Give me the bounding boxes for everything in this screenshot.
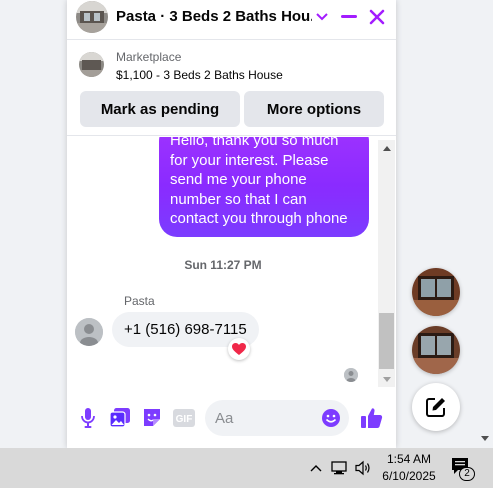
- message-line: number so that I can: [170, 190, 307, 208]
- sender-avatar[interactable]: [75, 318, 103, 346]
- chat-window: Pasta · 3 Beds 2 Baths Hou... Marketplac…: [67, 0, 396, 448]
- message-line: send me your phone: [170, 171, 307, 188]
- minimize-icon[interactable]: [338, 6, 360, 28]
- compose-icon: [426, 398, 445, 417]
- clock-date: 6/10/2025: [382, 469, 436, 483]
- gif-label: GIF: [176, 414, 193, 425]
- sticker-icon[interactable]: [141, 407, 163, 429]
- message-list: Hello, thank you so much for your intere…: [67, 137, 396, 387]
- scrollbar-thumb[interactable]: [379, 313, 394, 369]
- notification-count-badge: 2: [459, 467, 475, 481]
- volume-icon[interactable]: [354, 458, 374, 478]
- message-scrollbar[interactable]: [378, 140, 395, 387]
- listing-thumbnail[interactable]: [79, 52, 104, 77]
- chat-header[interactable]: Pasta · 3 Beds 2 Baths Hou...: [67, 0, 396, 40]
- notification-center-button[interactable]: 2: [450, 457, 476, 481]
- show-hidden-icons-chevron-icon[interactable]: [306, 458, 326, 478]
- conversation-title[interactable]: Pasta · 3 Beds 2 Baths Hou...: [116, 8, 312, 25]
- chat-head-avatar[interactable]: [412, 268, 460, 316]
- taskbar: 1:54 AM 6/10/2025 2: [0, 448, 493, 488]
- close-icon[interactable]: [366, 6, 388, 28]
- marketplace-label: Marketplace: [116, 50, 182, 64]
- seen-avatar: [344, 368, 358, 382]
- message-line: contact you through phone: [170, 210, 348, 227]
- new-message-button[interactable]: [412, 383, 460, 431]
- page-scroll-down-icon[interactable]: [478, 432, 492, 444]
- network-icon[interactable]: [330, 458, 350, 478]
- scroll-up-arrow-icon[interactable]: [378, 141, 395, 155]
- message-input-container[interactable]: [205, 400, 349, 436]
- gif-icon[interactable]: GIF: [172, 407, 196, 429]
- mark-as-pending-button[interactable]: Mark as pending: [80, 91, 240, 127]
- scroll-down-arrow-icon[interactable]: [378, 372, 395, 386]
- conversation-avatar[interactable]: [76, 1, 108, 33]
- message-input[interactable]: [215, 400, 315, 436]
- system-clock[interactable]: 1:54 AM 6/10/2025: [380, 451, 438, 485]
- marketplace-card: Marketplace $1,100 - 3 Beds 2 Baths Hous…: [67, 40, 396, 136]
- chevron-down-icon[interactable]: [311, 6, 333, 28]
- more-options-button[interactable]: More options: [244, 91, 384, 127]
- outgoing-message-bubble[interactable]: Hello, thank you so much for your intere…: [159, 137, 369, 237]
- chat-head-avatar[interactable]: [412, 326, 460, 374]
- clock-time: 1:54 AM: [386, 452, 432, 466]
- message-line: Hello, thank you so much: [170, 137, 339, 149]
- message-composer: GIF: [67, 388, 396, 448]
- heart-reaction-icon[interactable]: [228, 338, 250, 360]
- photo-attach-icon[interactable]: [109, 407, 131, 429]
- message-line: for your interest. Please: [170, 151, 329, 169]
- microphone-icon[interactable]: [77, 407, 99, 429]
- thumbs-up-icon[interactable]: [361, 407, 383, 429]
- sender-name: Pasta: [124, 294, 155, 308]
- message-timestamp: Sun 11:27 PM: [184, 258, 262, 272]
- listing-title[interactable]: $1,100 - 3 Beds 2 Baths House: [116, 68, 283, 82]
- emoji-icon[interactable]: [322, 409, 340, 427]
